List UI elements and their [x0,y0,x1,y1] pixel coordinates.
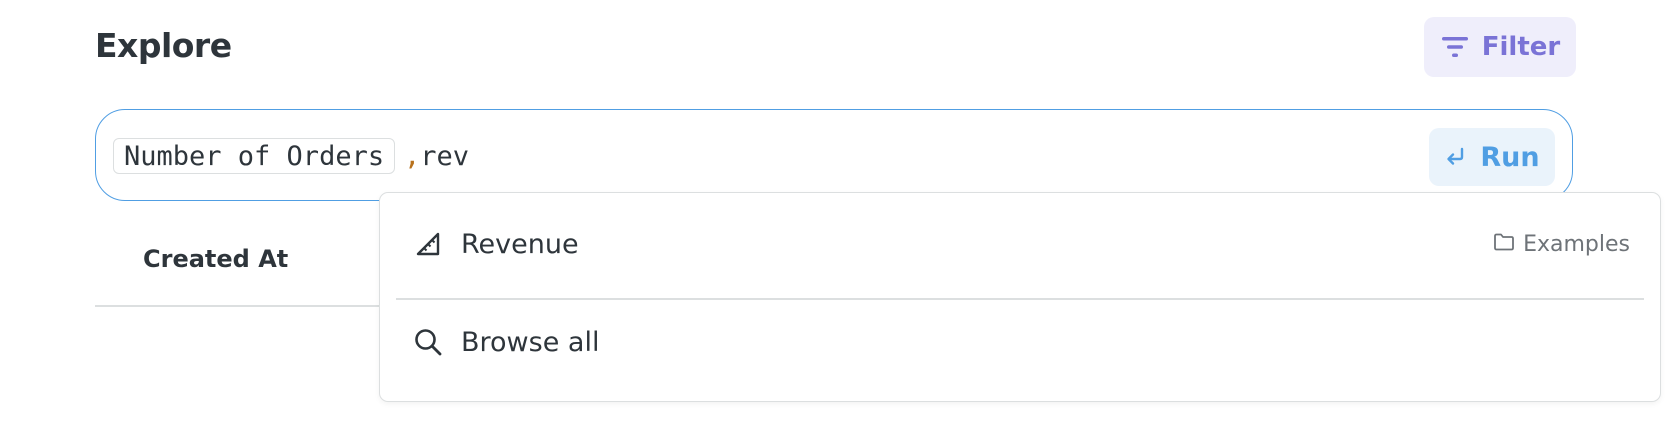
folder-icon [1493,232,1515,257]
filter-icon [1440,34,1470,60]
explore-page: Explore Filter Number of Orders , rev Run [0,0,1666,432]
table-divider [95,305,395,307]
query-typed-text[interactable]: , rev [404,138,469,174]
query-token[interactable]: Number of Orders [113,138,396,174]
suggestion-browse-all[interactable]: Browse all [380,296,1660,388]
filter-button[interactable]: Filter [1424,17,1576,77]
run-label: Run [1480,141,1540,173]
run-button[interactable]: Run [1429,128,1555,186]
suggestion-revenue[interactable]: Revenue Examples [380,198,1660,290]
query-typed-value: rev [420,140,470,172]
query-input[interactable]: Number of Orders , rev Run [95,109,1573,201]
query-separator: , [404,140,421,172]
suggestion-collection: Examples [1493,232,1630,257]
enter-icon [1444,142,1466,173]
filter-label: Filter [1481,32,1561,62]
search-icon [413,327,443,357]
column-header-created-at[interactable]: Created At [143,245,288,273]
suggestion-label: Revenue [461,228,579,260]
suggestion-collection-label: Examples [1523,231,1630,257]
page-title: Explore [95,26,232,65]
suggestion-label: Browse all [461,326,600,358]
suggestions-dropdown: Revenue Examples Browse all [379,192,1661,402]
metric-ruler-icon [413,229,443,259]
